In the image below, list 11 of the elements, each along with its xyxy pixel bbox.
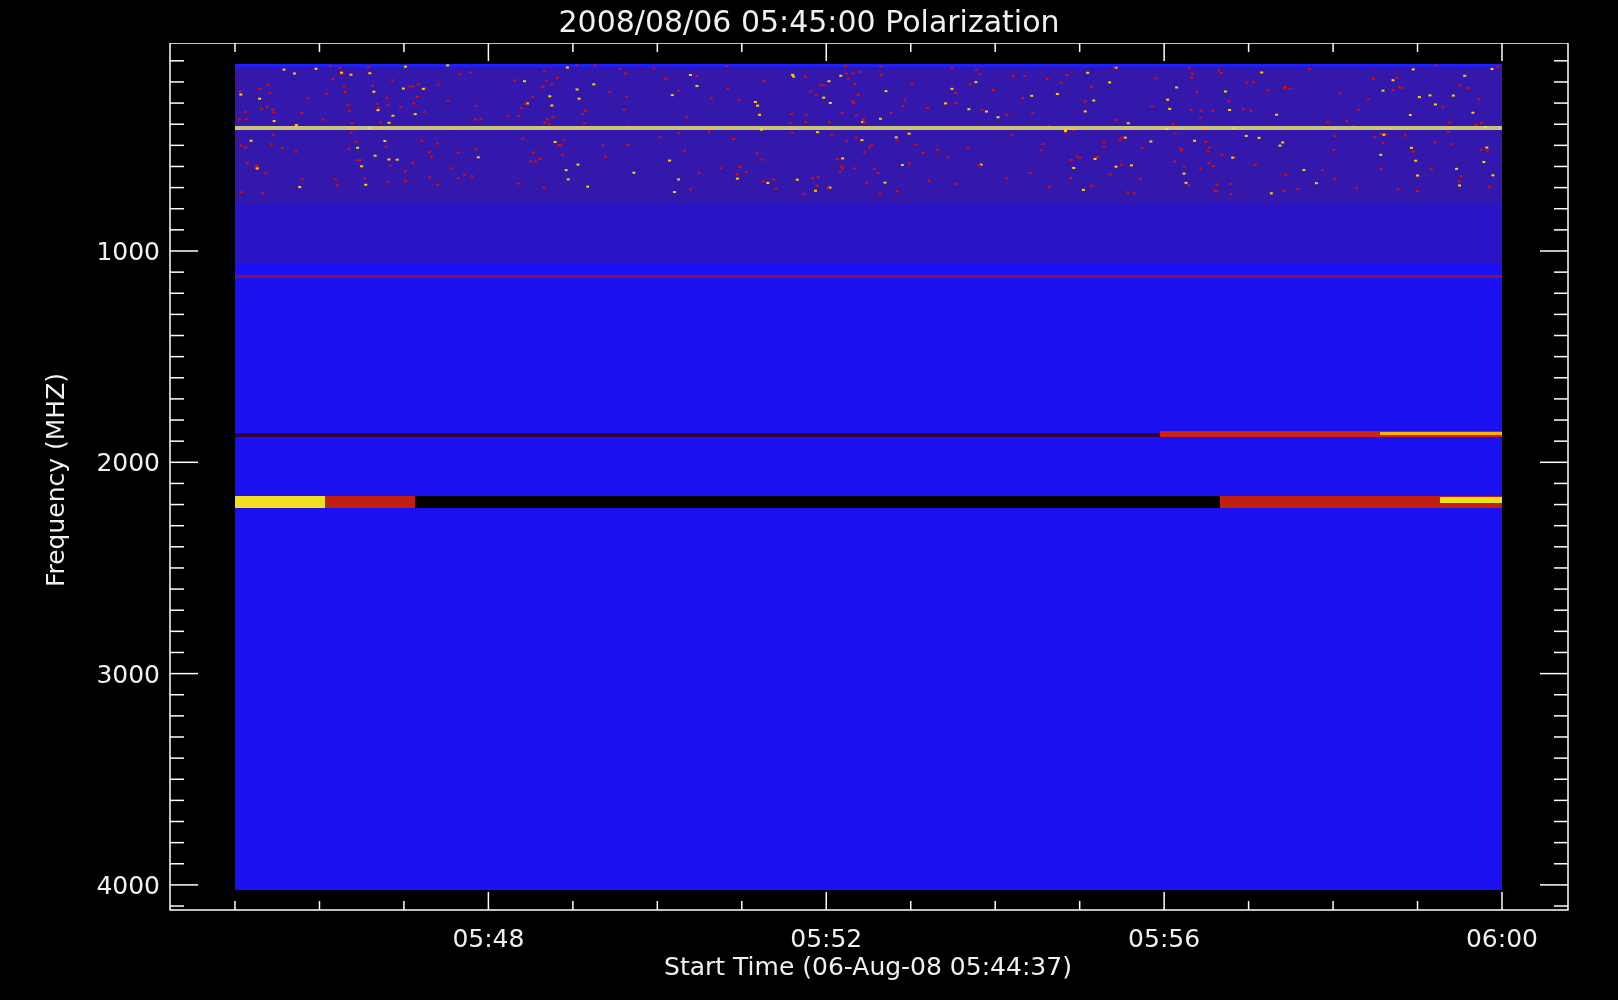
x-tick-label: 05:48 xyxy=(452,924,525,953)
plot-title: 2008/08/06 05:45:00 Polarization xyxy=(558,6,1060,37)
y-tick-label: 2000 xyxy=(96,448,160,478)
y-tick-label: 1000 xyxy=(96,237,160,266)
x-tick-label: 06:00 xyxy=(1466,924,1538,953)
x-tick-label: 05:52 xyxy=(790,924,863,953)
y-tick-label: 3000 xyxy=(96,659,160,689)
x-axis-title: Start Time (06-Aug-08 05:44:37) xyxy=(664,952,1072,981)
y-axis-title: Frequency (MHZ) xyxy=(41,372,70,588)
y-tick-label: 4000 xyxy=(96,870,160,900)
x-tick-label: 05:56 xyxy=(1128,924,1201,953)
